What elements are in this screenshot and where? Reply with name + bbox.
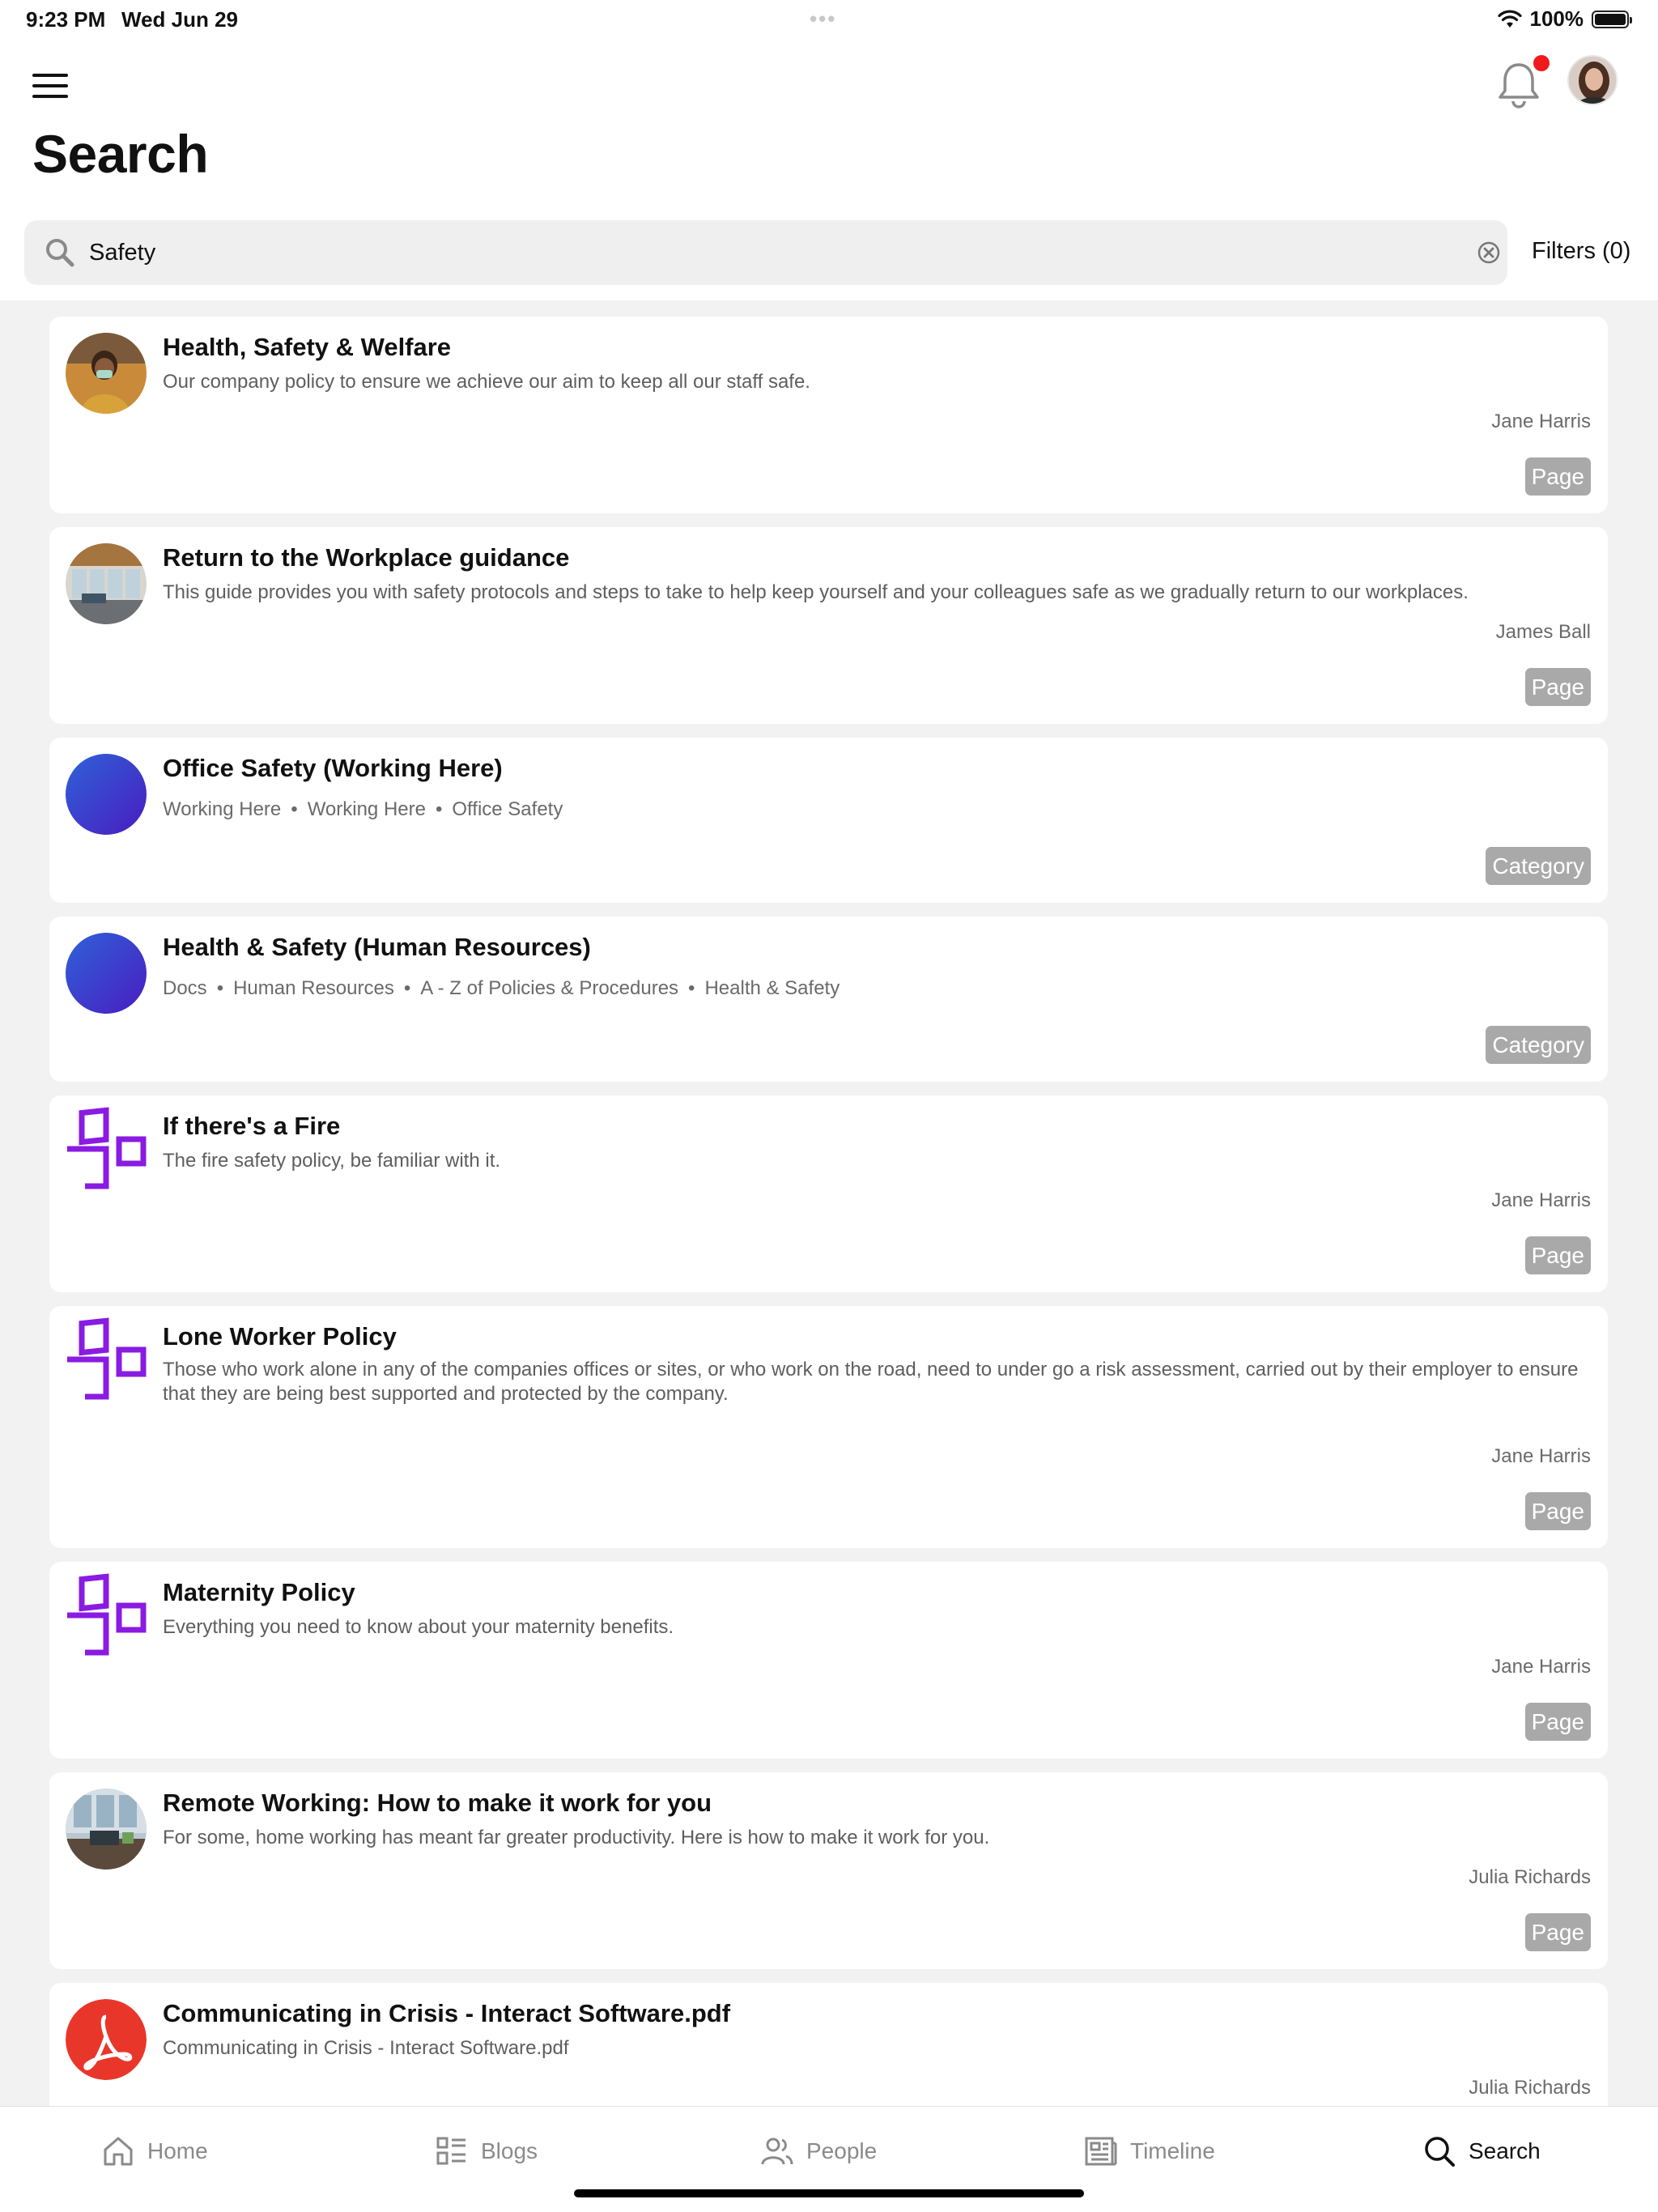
result-description: Our company policy to ensure we achieve … <box>163 371 810 393</box>
tab-timeline[interactable]: Timeline <box>1083 2131 1215 2172</box>
page-title: Search <box>32 124 209 184</box>
result-author: Jane Harris <box>1491 410 1591 432</box>
category-thumbnail <box>66 754 147 835</box>
result-description: Everything you need to know about your m… <box>163 1616 674 1638</box>
result-thumbnail <box>66 543 147 624</box>
tab-label: Timeline <box>1130 2138 1215 2163</box>
clear-search-icon[interactable] <box>1475 239 1503 266</box>
result-description: For some, home working has meant far gre… <box>163 1827 990 1848</box>
result-description: Those who work alone in any of the compa… <box>163 1359 1579 1405</box>
battery-percent: 100% <box>1529 6 1584 31</box>
breadcrumb-item[interactable]: Docs <box>163 977 207 999</box>
result-title[interactable]: Health, Safety & Welfare <box>163 333 451 362</box>
result-card[interactable]: Return to the Workplace guidance This gu… <box>49 527 1608 724</box>
result-title[interactable]: Lone Worker Policy <box>163 1322 397 1351</box>
result-thumbnail <box>66 1789 147 1870</box>
result-author: Jane Harris <box>1491 1445 1591 1467</box>
search-icon <box>46 239 74 267</box>
result-title[interactable]: Remote Working: How to make it work for … <box>163 1789 712 1818</box>
result-type-badge: Page <box>1524 1236 1591 1274</box>
tab-home[interactable]: Home <box>100 2131 208 2172</box>
breadcrumb-item[interactable]: Human Resources <box>233 977 394 999</box>
result-type-badge: Page <box>1524 457 1591 496</box>
breadcrumb-item[interactable]: Health & Safety <box>704 977 840 999</box>
result-card[interactable]: Maternity Policy Everything you need to … <box>49 1562 1608 1759</box>
tab-label: People <box>806 2138 878 2163</box>
result-card[interactable]: Remote Working: How to make it work for … <box>49 1772 1608 1969</box>
result-breadcrumb: Docs • Human Resources • A - Z of Policies &… <box>163 977 840 999</box>
result-author: Jane Harris <box>1491 1656 1591 1678</box>
result-title[interactable]: Communicating in Crisis - Interact Softw… <box>163 1999 730 2028</box>
home-indicator[interactable] <box>574 2189 1084 2197</box>
wifi-icon <box>1497 10 1522 28</box>
interact-logo-icon <box>67 1107 147 1189</box>
breadcrumb-item[interactable]: A - Z of Policies & Procedures <box>420 977 678 999</box>
status-date: Wed Jun 29 <box>121 7 239 32</box>
result-card[interactable]: Health, Safety & Welfare Our company pol… <box>49 317 1608 513</box>
status-time: 9:23 PM <box>26 7 106 32</box>
tab-label: Blogs <box>481 2138 538 2163</box>
tab-label: Home <box>147 2138 208 2163</box>
result-card[interactable]: Office Safety (Working Here) Working Her… <box>49 738 1608 903</box>
result-author: Jane Harris <box>1491 1189 1591 1211</box>
tab-people[interactable]: People <box>759 2131 877 2172</box>
result-card[interactable]: Health & Safety (Human Resources) Docs • H… <box>49 917 1608 1082</box>
result-type-badge: Category <box>1486 847 1591 885</box>
tab-search[interactable]: Search <box>1422 2131 1541 2172</box>
result-title[interactable]: Maternity Policy <box>163 1578 355 1607</box>
status-bar: 9:23 PM Wed Jun 29 ••• 100% <box>0 0 1658 39</box>
result-title[interactable]: Office Safety (Working Here) <box>163 754 503 783</box>
result-breadcrumb: Working Here • Working Here • Office Safety <box>163 798 563 820</box>
result-author: Julia Richards <box>1469 2077 1591 2099</box>
result-title[interactable]: Health & Safety (Human Resources) <box>163 933 591 962</box>
timeline-icon <box>1085 2137 1117 2166</box>
interact-logo-icon <box>67 1573 147 1656</box>
tab-blogs[interactable]: Blogs <box>434 2131 538 2172</box>
result-type-badge: Page <box>1524 1492 1591 1530</box>
people-icon <box>761 2138 793 2165</box>
avatar[interactable] <box>1567 55 1618 105</box>
result-author: Julia Richards <box>1469 1866 1591 1888</box>
filters-button[interactable]: Filters (0) <box>1532 238 1630 265</box>
result-type-badge: Category <box>1486 1026 1591 1064</box>
app-header: Search Filters (0) <box>0 39 1658 300</box>
category-thumbnail <box>66 933 147 1014</box>
battery-icon <box>1592 10 1632 28</box>
result-description: The fire safety policy, be familiar with… <box>163 1150 501 1172</box>
breadcrumb-item[interactable]: Office Safety <box>452 798 563 820</box>
status-indicators: 100% <box>1497 6 1632 32</box>
result-thumbnail <box>66 333 147 414</box>
notification-badge <box>1533 55 1550 71</box>
result-description: Communicating in Crisis - Interact Softw… <box>163 2037 569 2059</box>
hamburger-menu-icon[interactable] <box>32 63 78 108</box>
interact-logo-icon <box>67 1317 147 1400</box>
result-card[interactable]: If there's a Fire The fire safety policy… <box>49 1095 1608 1292</box>
search-input[interactable] <box>89 220 1449 285</box>
search-bar[interactable] <box>24 220 1507 285</box>
result-author: James Ball <box>1495 621 1591 643</box>
blogs-icon <box>436 2137 466 2165</box>
result-type-badge: Page <box>1524 1703 1591 1741</box>
search-icon <box>1425 2137 1455 2167</box>
result-type-badge: Page <box>1524 668 1591 706</box>
home-icon <box>104 2137 133 2166</box>
result-card[interactable]: Lone Worker Policy Those who work alone … <box>49 1306 1608 1548</box>
pdf-icon <box>66 1999 147 2080</box>
breadcrumb-item[interactable]: Working Here <box>163 798 281 820</box>
result-type-badge: Page <box>1524 1913 1591 1951</box>
multitasking-dots[interactable]: ••• <box>810 6 836 32</box>
result-title[interactable]: Return to the Workplace guidance <box>163 543 569 572</box>
tab-label: Search <box>1469 2138 1541 2163</box>
breadcrumb-item[interactable]: Working Here <box>308 798 426 820</box>
result-card[interactable]: Communicating in Crisis - Interact Softw… <box>49 1983 1608 2106</box>
result-title[interactable]: If there's a Fire <box>163 1112 340 1141</box>
result-description: This guide provides you with safety prot… <box>163 581 1469 603</box>
search-results-list[interactable]: Health, Safety & Welfare Our company pol… <box>0 300 1658 2106</box>
